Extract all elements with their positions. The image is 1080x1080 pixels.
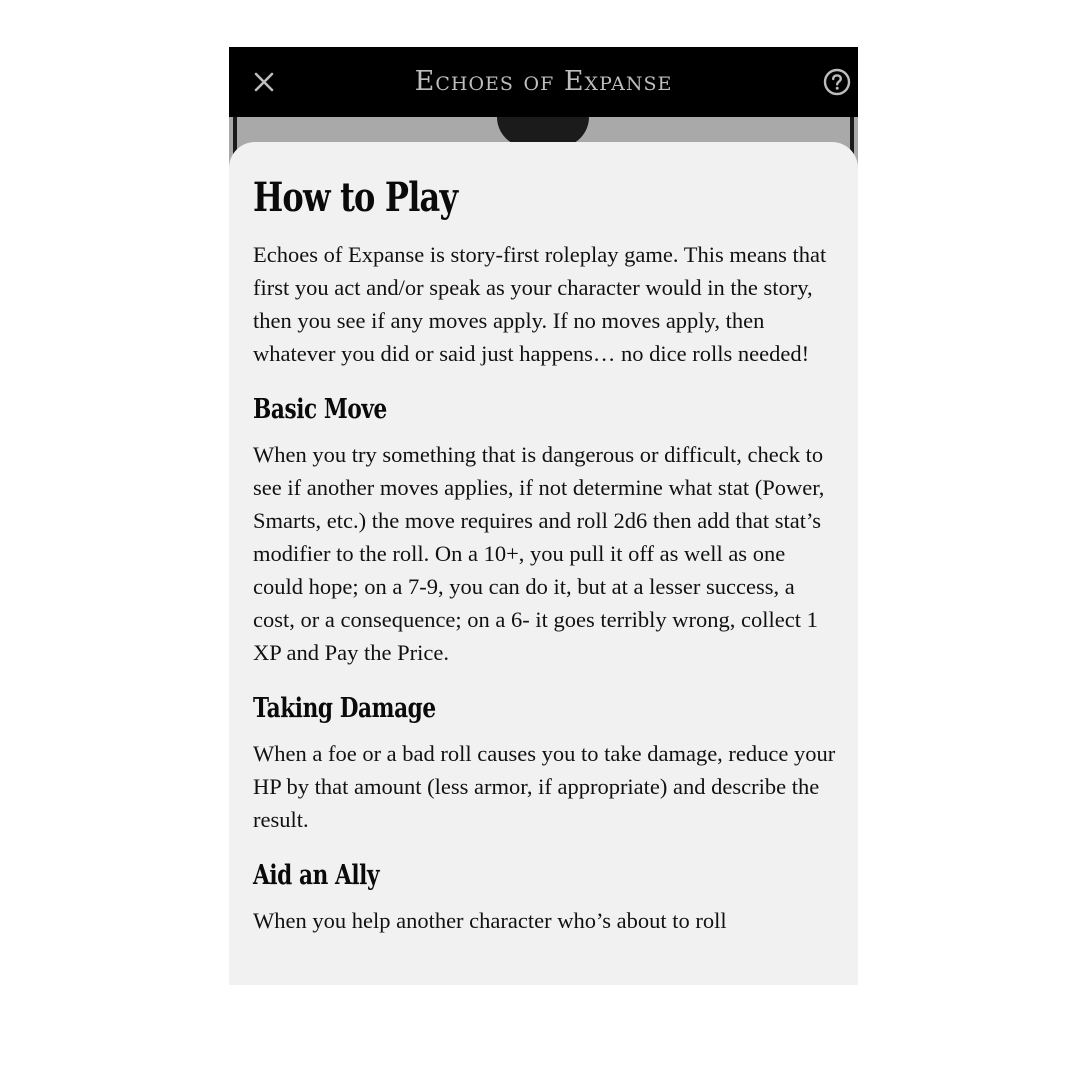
app-title: Echoes of Expanse — [414, 66, 673, 97]
top-bar: Echoes of Expanse — [229, 47, 858, 117]
section-heading-basic-move: Basic Move — [253, 394, 387, 425]
section-body-basic-move: When you try something that is dangerous… — [253, 442, 825, 665]
page-title: How to Play — [253, 174, 458, 221]
section-heading-taking-damage: Taking Damage — [253, 693, 436, 724]
sheet-content: How to Play Echoes of Expanse is story-f… — [253, 172, 838, 959]
how-to-play-sheet[interactable]: How to Play Echoes of Expanse is story-f… — [229, 142, 858, 985]
section-body-taking-damage: When a foe or a bad roll causes you to t… — [253, 741, 836, 832]
section-body-aid-an-ally: When you help another character who’s ab… — [253, 908, 727, 933]
intro-text: Echoes of Expanse is story-first rolepla… — [253, 242, 827, 366]
app-window: Echoes of Expanse How to Play Echoes of … — [229, 47, 858, 985]
help-button[interactable] — [822, 67, 852, 97]
section-heading-aid-an-ally: Aid an Ally — [253, 860, 380, 891]
close-button[interactable] — [246, 64, 282, 100]
close-icon — [254, 72, 274, 92]
help-circle-icon — [823, 68, 851, 96]
